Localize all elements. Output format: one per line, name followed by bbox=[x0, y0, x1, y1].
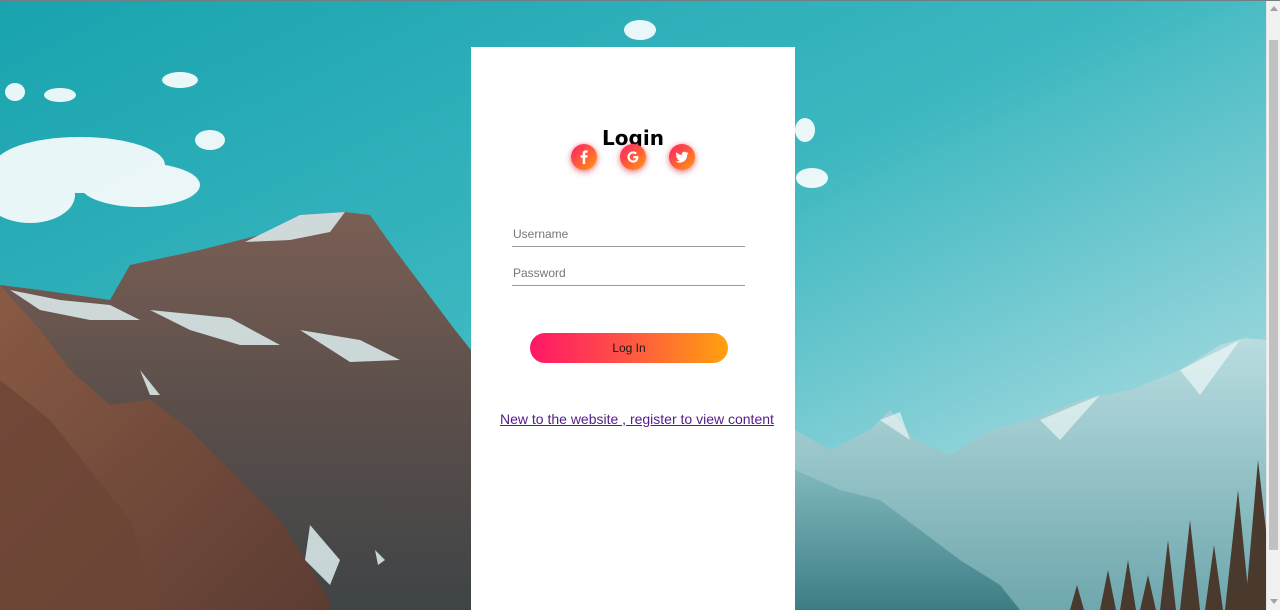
twitter-icon bbox=[675, 151, 689, 163]
password-input[interactable] bbox=[512, 260, 745, 286]
window-top-border bbox=[0, 0, 1280, 1]
google-icon bbox=[627, 151, 639, 163]
social-login-group bbox=[571, 144, 701, 170]
twitter-login-button[interactable] bbox=[669, 144, 695, 170]
facebook-icon bbox=[580, 150, 588, 164]
scroll-down-arrow-icon[interactable] bbox=[1270, 599, 1278, 604]
google-login-button[interactable] bbox=[620, 144, 646, 170]
login-card: Login Log In New to the website , regis bbox=[471, 47, 795, 610]
scroll-up-arrow-icon[interactable] bbox=[1270, 6, 1278, 11]
facebook-login-button[interactable] bbox=[571, 144, 597, 170]
scrollbar-thumb[interactable] bbox=[1269, 40, 1278, 550]
username-input[interactable] bbox=[512, 221, 745, 247]
register-link[interactable]: New to the website , register to view co… bbox=[500, 411, 774, 427]
page-scrollbar[interactable] bbox=[1266, 0, 1280, 610]
log-in-button[interactable]: Log In bbox=[530, 333, 728, 363]
page-viewport: Login Log In New to the website , regis bbox=[0, 0, 1280, 610]
